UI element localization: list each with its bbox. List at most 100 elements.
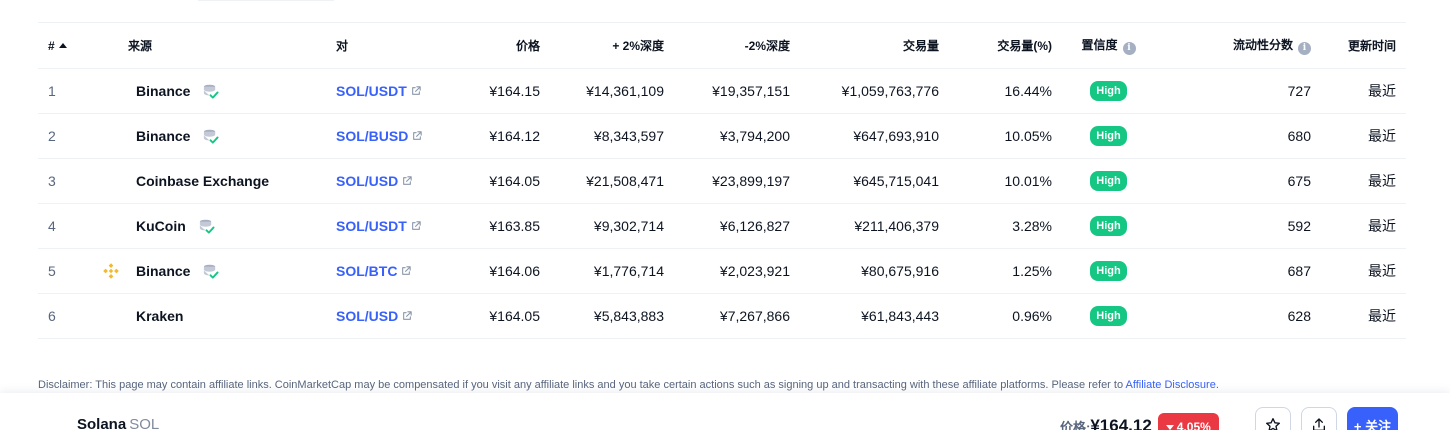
depth-plus-cell: ¥14,361,109 bbox=[586, 83, 664, 99]
price-change-badge: 4.05% bbox=[1157, 413, 1219, 430]
header-price[interactable]: 价格 bbox=[456, 23, 540, 69]
depth-plus-cell: ¥8,343,597 bbox=[593, 128, 664, 144]
top-tab-underline bbox=[198, 0, 334, 1]
exchange-name[interactable]: Binance bbox=[136, 83, 190, 99]
exchange-name[interactable]: Binance bbox=[136, 128, 190, 144]
price-change-value: 4.05% bbox=[1176, 420, 1211, 430]
confidence-badge: High bbox=[1090, 171, 1127, 191]
confidence-cell: High bbox=[1052, 159, 1165, 204]
caret-down-icon bbox=[1165, 424, 1174, 430]
pair-link[interactable]: SOL/USDT bbox=[336, 83, 407, 99]
header-source[interactable]: 来源 bbox=[102, 23, 336, 69]
pair-link[interactable]: SOL/BTC bbox=[336, 263, 397, 279]
exchange-name[interactable]: KuCoin bbox=[136, 218, 186, 234]
external-link-icon[interactable] bbox=[407, 83, 421, 99]
exchange-logo-slot bbox=[100, 305, 122, 327]
external-link-icon[interactable] bbox=[407, 218, 421, 234]
info-icon[interactable]: i bbox=[1298, 41, 1311, 55]
header-volume[interactable]: 交易量 bbox=[790, 23, 939, 69]
updated-cell: 最近 bbox=[1368, 263, 1396, 279]
watchlist-star-button[interactable] bbox=[1255, 407, 1291, 430]
verified-icon[interactable] bbox=[198, 218, 215, 235]
table-row[interactable]: 6 Kraken SOL/USD ¥164.05 ¥5,843,883 ¥7,267,86… bbox=[38, 294, 1406, 339]
pair-cell[interactable]: SOL/USD bbox=[336, 159, 456, 204]
exchange-cell[interactable]: Binance bbox=[102, 69, 336, 114]
pair-link[interactable]: SOL/USDT bbox=[336, 218, 407, 234]
depth-plus-cell: ¥9,302,714 bbox=[593, 218, 664, 234]
exchange-cell[interactable]: Coinbase Exchange bbox=[102, 159, 336, 204]
volume-cell: ¥645,715,041 bbox=[853, 173, 939, 189]
pair-cell[interactable]: SOL/USD bbox=[336, 294, 456, 339]
header-rank[interactable]: # bbox=[38, 23, 102, 69]
table-row[interactable]: 2 Binance SOL/BUSD ¥164.12 ¥8,343,597 ¥3,794,… bbox=[38, 114, 1406, 159]
header-confidence[interactable]: 置信度 i bbox=[1052, 23, 1165, 69]
confidence-badge: High bbox=[1090, 216, 1127, 236]
exchange-name[interactable]: Coinbase Exchange bbox=[136, 173, 269, 189]
verified-icon[interactable] bbox=[202, 263, 219, 280]
exchange-logo-slot bbox=[100, 80, 122, 102]
depth-minus-cell: ¥6,126,827 bbox=[719, 218, 790, 234]
affiliate-disclosure-link[interactable]: Affiliate Disclosure bbox=[1126, 379, 1216, 391]
pair-cell[interactable]: SOL/USDT bbox=[336, 204, 456, 249]
exchange-cell[interactable]: KuCoin bbox=[102, 204, 336, 249]
share-button[interactable] bbox=[1301, 407, 1337, 430]
header-volume-pct[interactable]: 交易量(%) bbox=[939, 23, 1052, 69]
pair-link[interactable]: SOL/BUSD bbox=[336, 128, 408, 144]
header-liquidity[interactable]: 流动性分数 i bbox=[1165, 23, 1311, 69]
price-label: 价格: bbox=[1060, 419, 1091, 430]
external-link-icon[interactable] bbox=[408, 128, 423, 144]
volume-pct-cell: 16.44% bbox=[1004, 83, 1052, 99]
row-rank: 6 bbox=[48, 308, 56, 324]
row-rank: 5 bbox=[48, 263, 56, 279]
exchange-cell[interactable]: Binance bbox=[102, 114, 336, 159]
pair-cell[interactable]: SOL/BUSD bbox=[336, 114, 456, 159]
header-pair[interactable]: 对 bbox=[336, 23, 456, 69]
external-link-icon[interactable] bbox=[398, 308, 412, 324]
header-updated[interactable]: 更新时间 bbox=[1311, 23, 1406, 69]
exchange-name[interactable]: Kraken bbox=[136, 308, 183, 324]
header-depth-minus[interactable]: -2%深度 bbox=[664, 23, 790, 69]
row-rank: 2 bbox=[48, 128, 56, 144]
coin-title: Solana SOL bbox=[77, 416, 159, 430]
exchange-cell[interactable]: Binance bbox=[102, 249, 336, 294]
price-cell: ¥164.12 bbox=[489, 128, 540, 144]
pair-cell[interactable]: SOL/USDT bbox=[336, 69, 456, 114]
exchange-cell[interactable]: Kraken bbox=[102, 294, 336, 339]
price-block: 价格: ¥164.12 4.05% bbox=[1060, 413, 1219, 430]
verified-icon[interactable] bbox=[202, 83, 219, 100]
confidence-cell: High bbox=[1052, 204, 1165, 249]
liquidity-cell: 687 bbox=[1287, 263, 1311, 279]
header-depth-plus[interactable]: + 2%深度 bbox=[540, 23, 664, 69]
volume-pct-cell: 0.96% bbox=[1012, 308, 1052, 324]
follow-button[interactable]: + 关注 bbox=[1347, 407, 1398, 430]
updated-cell: 最近 bbox=[1368, 308, 1396, 324]
coin-name: Solana bbox=[77, 416, 127, 430]
pair-link[interactable]: SOL/USD bbox=[336, 308, 398, 324]
liquidity-cell: 592 bbox=[1287, 218, 1311, 234]
volume-pct-cell: 1.25% bbox=[1012, 263, 1052, 279]
exchange-name[interactable]: Binance bbox=[136, 263, 190, 279]
volume-pct-cell: 10.05% bbox=[1004, 128, 1052, 144]
confidence-cell: High bbox=[1052, 294, 1165, 339]
pair-link[interactable]: SOL/USD bbox=[336, 173, 398, 189]
row-rank: 3 bbox=[48, 173, 56, 189]
external-link-icon[interactable] bbox=[398, 173, 412, 189]
external-link-icon[interactable] bbox=[397, 263, 412, 279]
verified-icon[interactable] bbox=[202, 128, 219, 145]
volume-cell: ¥211,406,379 bbox=[854, 218, 939, 234]
disclaimer-end: . bbox=[1215, 379, 1219, 391]
markets-table: # 来源 对 价格 + 2%深度 -2%深度 交易量 交易量(%) 置信度 i 流… bbox=[38, 22, 1406, 339]
depth-minus-cell: ¥23,899,197 bbox=[712, 173, 790, 189]
pair-cell[interactable]: SOL/BTC bbox=[336, 249, 456, 294]
confidence-cell: High bbox=[1052, 69, 1165, 114]
liquidity-cell: 675 bbox=[1287, 173, 1311, 189]
depth-minus-cell: ¥19,357,151 bbox=[712, 83, 790, 99]
price-cell: ¥164.06 bbox=[489, 263, 540, 279]
table-row[interactable]: 4 KuCoin SOL/USDT ¥163.85 ¥9,302,714 ¥6,126,8… bbox=[38, 204, 1406, 249]
table-row[interactable]: 3 Coinbase Exchange SOL/USD ¥164.05 ¥21,508,… bbox=[38, 159, 1406, 204]
table-row[interactable]: 5 Binance SOL/BTC ¥164.06 ¥1,776,714 ¥2,023,9… bbox=[38, 249, 1406, 294]
table-row[interactable]: 1 Binance SOL/USDT ¥164.15 ¥14,361,109 ¥19,35… bbox=[38, 69, 1406, 114]
liquidity-cell: 628 bbox=[1287, 308, 1311, 324]
info-icon[interactable]: i bbox=[1122, 41, 1136, 55]
confidence-badge: High bbox=[1090, 306, 1127, 326]
